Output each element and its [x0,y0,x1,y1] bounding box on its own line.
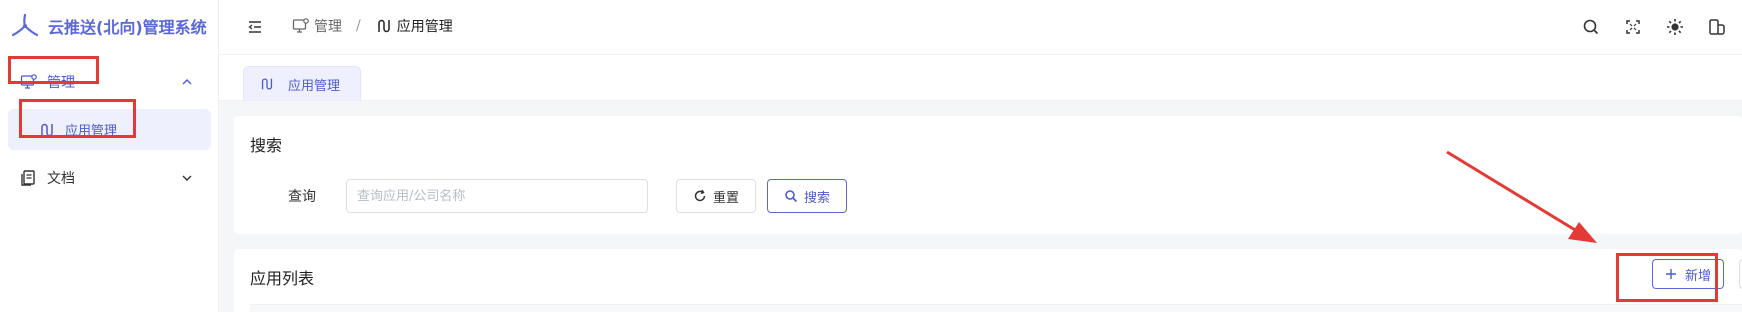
sidebar-item-app-management[interactable]: 应用管理 [8,109,211,150]
app-title: 云推送(北向)管理系统 [48,18,207,37]
brand[interactable]: 云推送(北向)管理系统 [10,12,207,40]
main-content: 搜索 查询 重置 搜索 [219,101,1742,312]
route-icon [259,76,275,92]
menu-fold-icon[interactable] [246,18,264,36]
tab-label: 应用管理 [288,78,341,94]
app-list-title: 应用列表 [250,269,315,288]
monitor-gear-icon [292,17,314,35]
document-icon [20,169,38,187]
search-icon [784,189,804,203]
breadcrumb-item-manage[interactable]: 管理 [314,16,342,36]
query-label: 查询 [288,189,316,205]
reset-button-label: 重置 [712,189,739,205]
search-card-title: 搜索 [250,136,283,155]
theme-sun-icon[interactable] [1665,17,1685,37]
plus-icon [1665,268,1685,280]
add-button[interactable]: 新增 [1652,259,1724,289]
search-button-label: 搜索 [803,189,830,205]
breadcrumb-separator: / [356,18,361,34]
search-icon[interactable] [1581,17,1601,37]
layout-icon[interactable] [1707,17,1727,37]
top-header: 管理 / 应用管理 [219,0,1742,55]
search-button[interactable]: 搜索 [767,179,847,213]
sidebar-group-manage[interactable]: 管理 [8,63,211,101]
app-list-card: 应用列表 新增 [234,249,1742,312]
sidebar-group-label: 管理 [47,75,75,91]
route-icon [38,121,56,139]
query-input[interactable] [346,179,648,213]
add-button-label: 新增 [1684,267,1711,283]
logo-icon [10,11,40,41]
chevron-up-icon [181,76,193,88]
refresh-icon [693,189,713,203]
route-icon [375,17,397,35]
chevron-down-icon [181,172,193,184]
reset-button[interactable]: 重置 [676,179,756,213]
table-header-strip [250,304,1742,312]
monitor-gear-icon [20,73,38,91]
sidebar-item-label: 应用管理 [65,124,118,139]
sidebar-group-docs[interactable]: 文档 [8,159,211,197]
tabs-bar: 应用管理 [219,56,1742,101]
tab-app-management[interactable]: 应用管理 [243,66,361,101]
search-card: 搜索 查询 重置 搜索 [234,116,1742,234]
fullscreen-icon[interactable] [1623,17,1643,37]
breadcrumb: 管理 / 应用管理 [292,16,453,36]
app-window: 云推送(北向)管理系统 管理 应用管理 文档 管理 / 应用管理 应用管理 搜索… [0,0,1742,312]
sidebar-doc-label: 文档 [47,171,75,187]
sidebar: 云推送(北向)管理系统 管理 应用管理 文档 [0,0,219,312]
breadcrumb-item-current: 应用管理 [396,19,453,35]
